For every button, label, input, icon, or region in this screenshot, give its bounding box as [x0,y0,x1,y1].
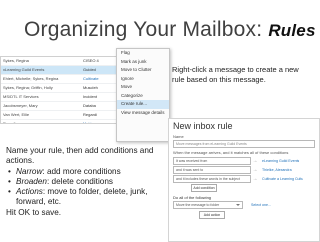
mail-row[interactable]: Sykes, Regina; Griffin, Holly Muscleh [1,84,123,93]
when-label: When the message arrives, and it matches… [173,150,289,155]
title-highlight: Rules [268,21,316,40]
mail-list: Sykes, Regina CISEO 4 xLearning Guild Even… [0,56,124,124]
mail-row[interactable]: Sykes, Regina CISEO 4 [1,57,123,66]
name-label: Name [173,134,184,139]
action-value-link[interactable]: Select one... [243,203,271,207]
condition-value-link[interactable]: eLearning Guild Events [259,159,299,163]
arrow-icon: → [252,166,258,173]
callout-right-click: Right-click a message to create a new ru… [172,65,299,84]
conditions-list: It was received from → eLearning Guild Eve… [169,156,319,183]
mail-row[interactable]: MS/DTL IT Services Incident [1,93,123,102]
context-menu-item[interactable]: Mark as junk [117,58,169,67]
mail-sender: Van Wert, Ellie [3,112,30,117]
mail-sender: MS/DTL IT Services [3,94,39,99]
rule-name-input[interactable]: Move messages from eLearning Guild Event… [173,140,315,148]
mail-sender: Sykes, Regina [3,58,29,63]
callout-bullets: Narrow: add more conditions Broaden: del… [6,167,156,208]
mail-row[interactable]: Jacobsmeyer, Mary Databa [1,102,123,111]
mail-sender: Rexroll [3,121,16,124]
title-main: Organizing Your Mailbox: [24,18,263,41]
condition-field-select[interactable]: and it was sent to [173,165,251,174]
condition-field-select[interactable]: and it includes these words in the subje… [173,174,251,183]
mail-sender: Ehlert, Michelle; Sykes, Regina [3,76,59,81]
callout-intro: Name your rule, then add conditions and … [6,146,154,166]
arrow-icon: → [252,157,258,164]
bullet-narrow: Narrow: add more conditions [8,167,156,178]
new-inbox-rule-dialog: New inbox rule Name Move messages from e… [168,118,320,242]
mail-row[interactable]: Ehlert, Michelle; Sykes, Regina Cultivate [1,75,123,84]
mail-row[interactable]: xLearning Guild Events Guided [1,66,123,75]
context-menu-item[interactable]: Categorize [117,92,169,101]
context-menu-item[interactable]: Flag [117,49,169,58]
mail-sender: Jacobsmeyer, Mary [3,103,38,108]
context-menu-item[interactable]: Ignore [117,75,169,84]
mail-sender: Sykes, Regina; Griffin, Holly [3,85,53,90]
slide-title: Organizing Your Mailbox: Rules [24,18,316,42]
condition-row: and it includes these words in the subje… [173,174,315,183]
context-menu-item[interactable]: View message details [117,109,169,118]
condition-field-select[interactable]: It was received from [173,156,251,165]
condition-row: and it was sent to → Thielke, Alexandra [173,165,315,174]
action-select[interactable]: Move the message to folder [173,201,243,209]
condition-value-link[interactable]: Cultivate a Learning Cultu [259,177,303,181]
mail-row[interactable]: Van Wert, Ellie Regardi [1,111,123,120]
chevron-down-icon [236,204,240,206]
add-condition-button[interactable]: Add condition [191,184,217,192]
condition-value-link[interactable]: Thielke, Alexandra [259,168,292,172]
mail-row[interactable]: Rexroll Making [1,120,123,124]
callout-outro: Hit OK to save. [6,207,62,217]
condition-row: It was received from → eLearning Guild Eve… [173,156,315,165]
bullet-actions: Actions: move to folder, delete, junk, f… [8,187,156,208]
add-action-button[interactable]: Add action [199,211,225,219]
do-all-label: Do all of the following [173,195,212,200]
callout-rule-instructions: Name your rule, then add conditions and … [6,146,156,218]
context-menu-item[interactable]: Create rule... [117,100,169,109]
mail-sender: xLearning Guild Events [3,67,45,72]
arrow-icon: → [252,175,258,182]
context-menu: Flag Mark as junk Move to Clutter Ignore Mov… [116,48,170,142]
context-menu-item[interactable]: Move to Clutter [117,66,169,75]
bullet-broaden: Broaden: delete conditions [8,177,156,188]
context-menu-item[interactable]: Move [117,83,169,92]
dialog-title: New inbox rule [173,121,233,131]
